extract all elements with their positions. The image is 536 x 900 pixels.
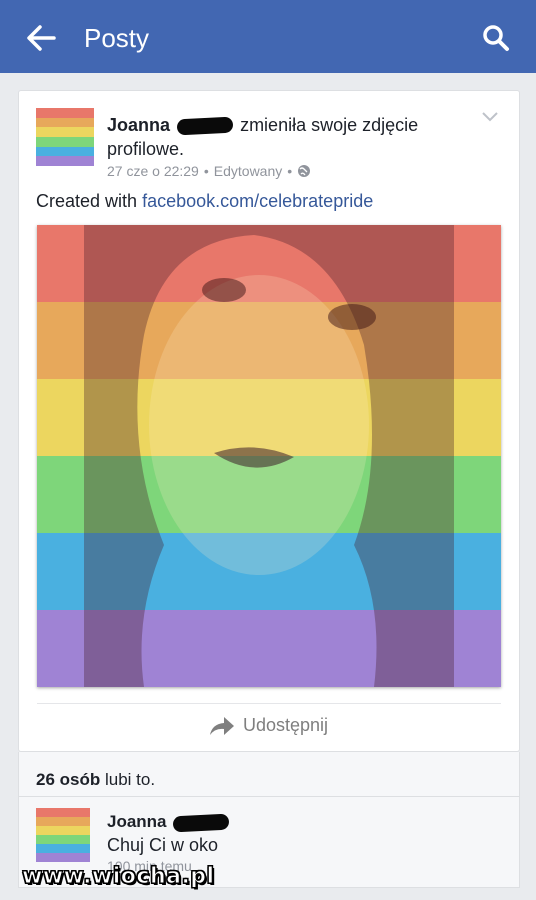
- avatar-pride-stripes: [36, 108, 94, 166]
- likes-summary[interactable]: 26 osób lubi to.: [36, 770, 155, 790]
- comment-text: Chuj Ci w oko: [107, 835, 219, 855]
- likes-count: 26 osób: [36, 770, 101, 789]
- page-title: Posty: [84, 23, 150, 53]
- profile-photo[interactable]: [37, 225, 501, 687]
- edited-label[interactable]: Edytowany: [214, 163, 282, 179]
- celebratepride-link[interactable]: facebook.com/celebratepride: [142, 191, 373, 211]
- share-button[interactable]: Udostępnij: [209, 715, 328, 736]
- redacted-surname: [172, 813, 230, 832]
- post-card: Joanna zmieniła swoje zdjęcie profilowe.…: [18, 90, 520, 752]
- redacted-surname: [176, 116, 234, 136]
- share-divider: [37, 703, 501, 704]
- site-watermark: www.wiocha.pl: [22, 864, 215, 890]
- share-label: Udostępnij: [243, 715, 329, 735]
- share-arrow-icon: [210, 716, 234, 735]
- author-name[interactable]: Joanna: [107, 115, 170, 135]
- commenter-avatar[interactable]: [36, 808, 90, 862]
- post-meta: 27 cze o 22:29 • Edytowany •: [107, 163, 311, 179]
- post-date[interactable]: 27 cze o 22:29: [107, 163, 199, 179]
- portrait-silhouette: [84, 225, 454, 687]
- top-navigation-bar: Posty: [0, 0, 536, 73]
- meta-separator: •: [203, 163, 209, 179]
- post-text: Created with facebook.com/celebratepride: [36, 191, 373, 212]
- globe-icon: [298, 165, 311, 177]
- chevron-down-icon[interactable]: [481, 111, 499, 123]
- author-avatar[interactable]: [36, 108, 94, 166]
- search-icon[interactable]: [482, 24, 510, 52]
- commenter-first-name: Joanna: [107, 812, 167, 831]
- likes-suffix: lubi to.: [104, 770, 156, 789]
- commenter-name[interactable]: Joanna: [107, 812, 231, 832]
- back-arrow-icon[interactable]: [26, 24, 56, 52]
- comments-divider: [19, 796, 519, 797]
- post-header-text: Joanna zmieniła swoje zdjęcie profilowe.: [107, 113, 447, 161]
- avatar-pride-stripes: [36, 808, 90, 862]
- meta-separator: •: [287, 163, 293, 179]
- post-text-prefix: Created with: [36, 191, 138, 211]
